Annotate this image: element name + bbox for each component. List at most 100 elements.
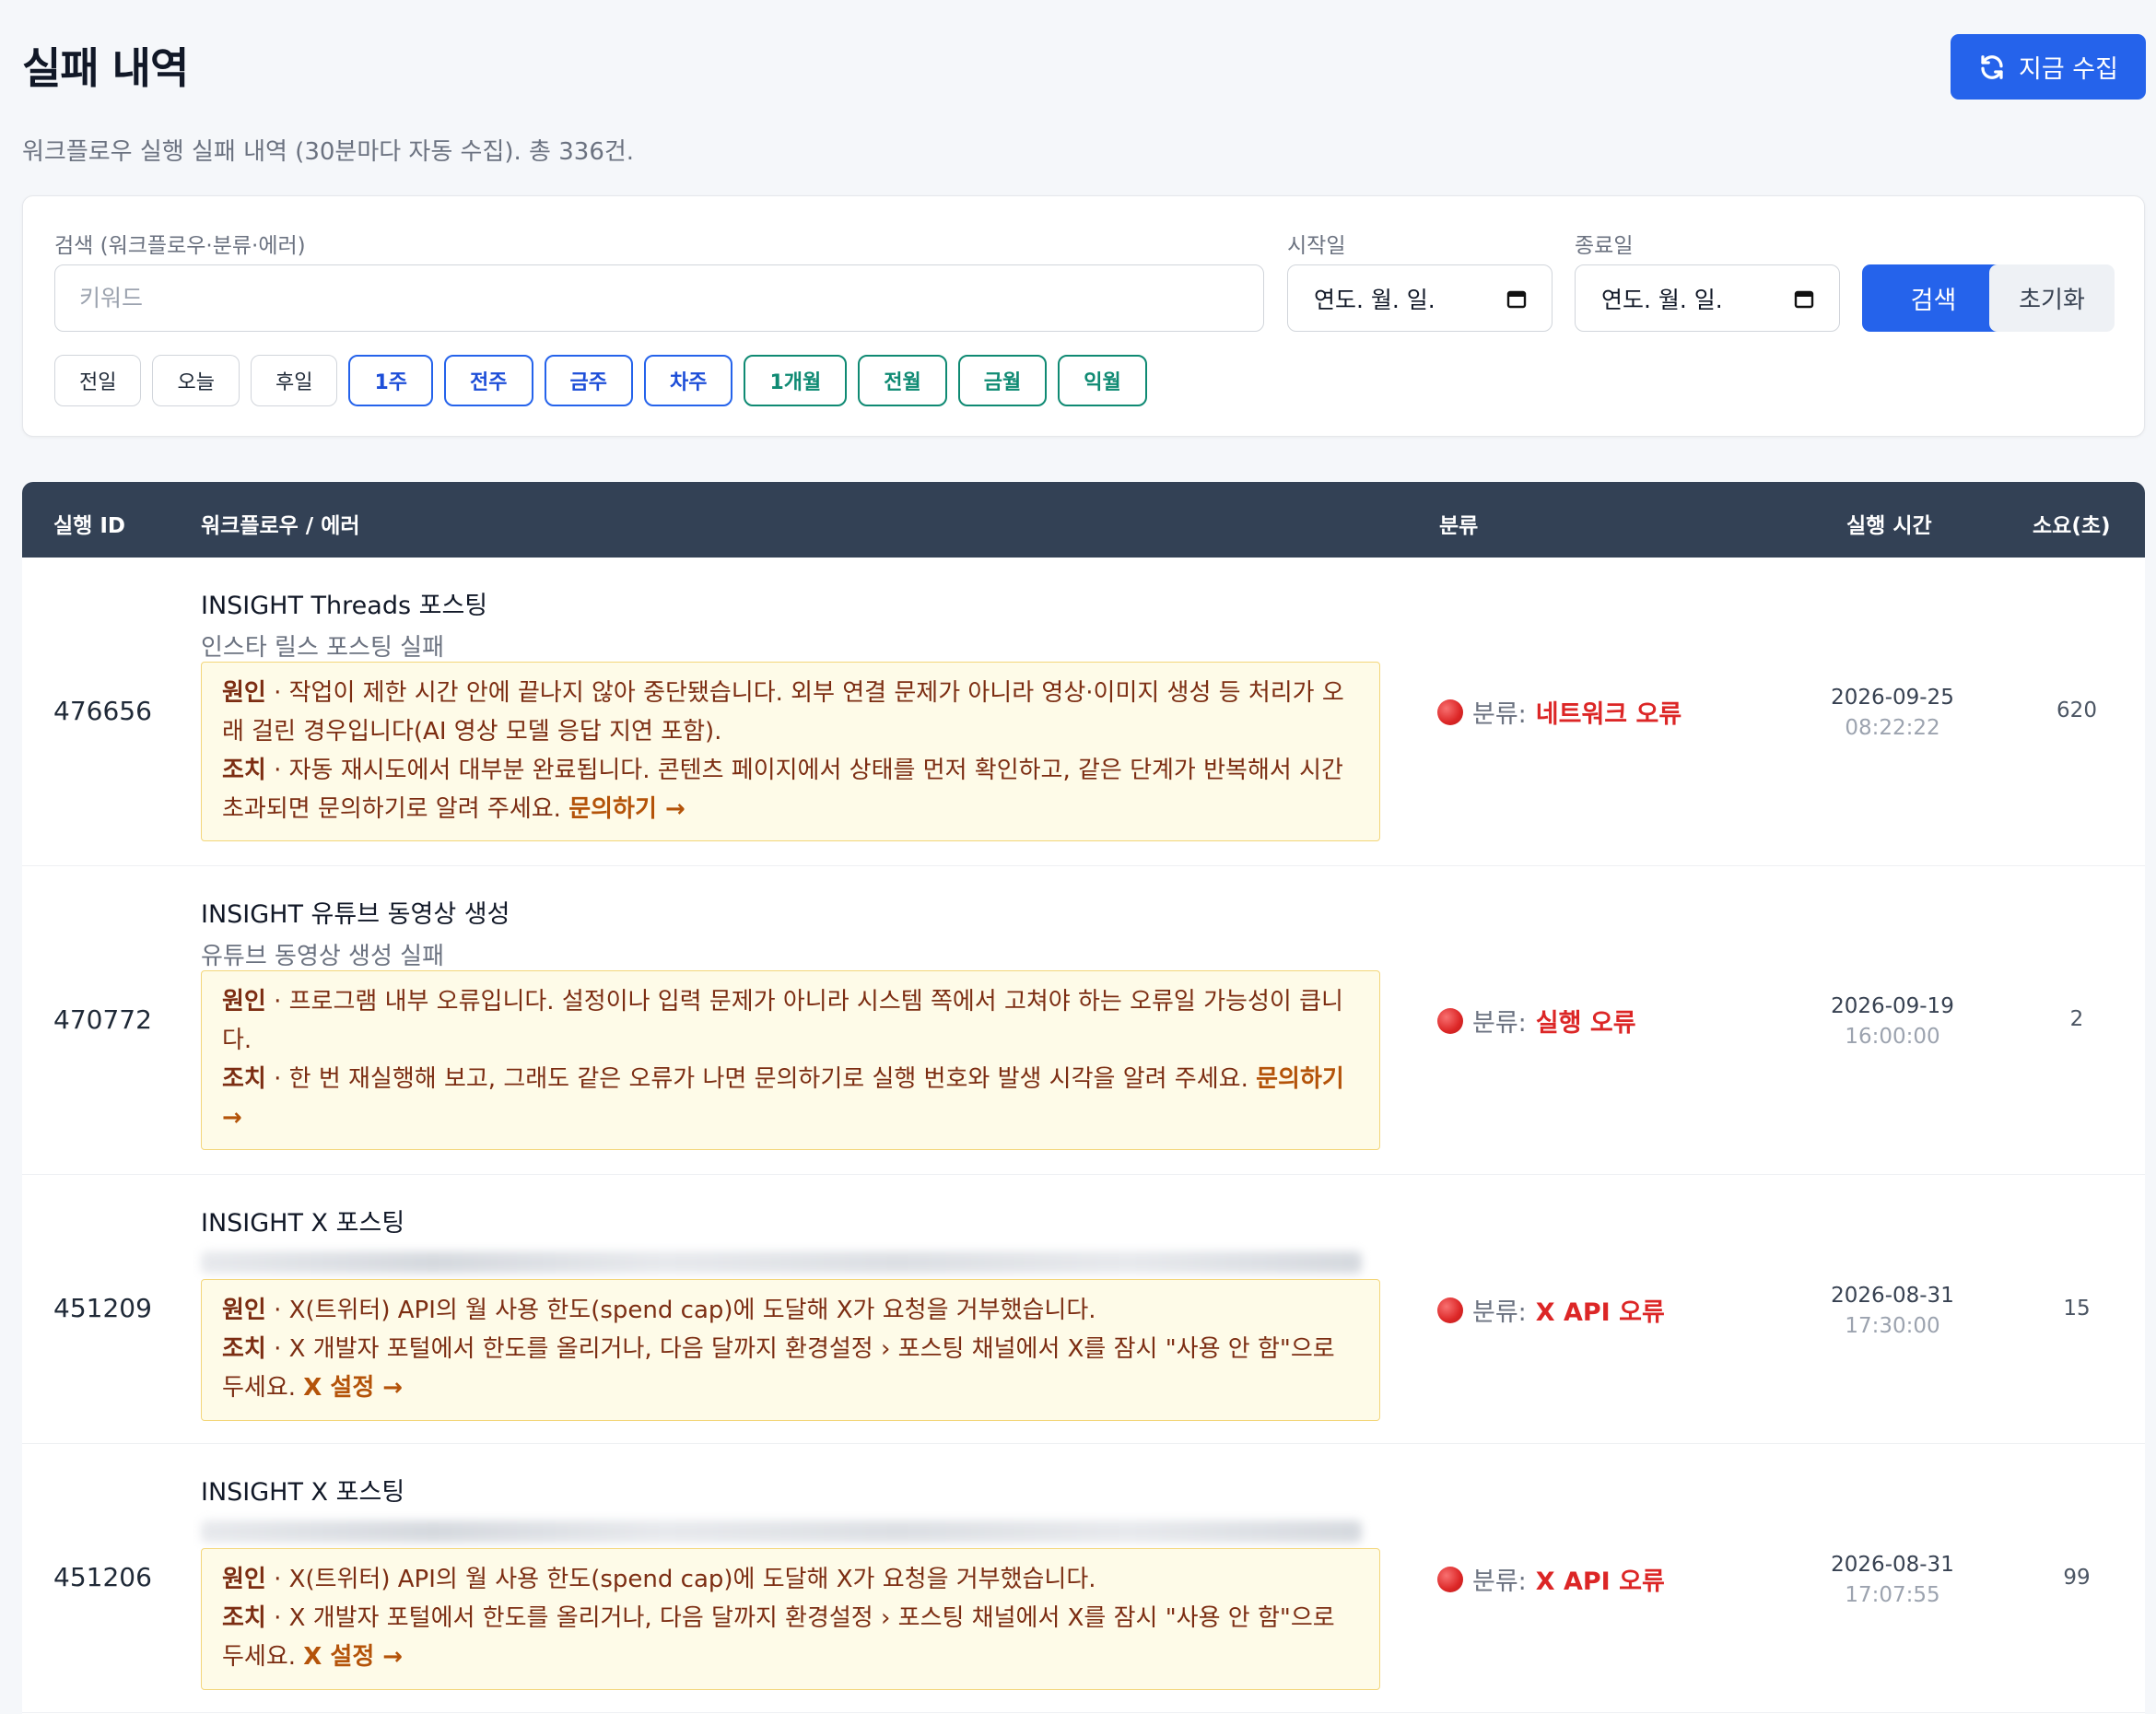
- error-explanation: 원인 · X(트위터) API의 월 사용 한도(spend cap)에 도달해…: [201, 1279, 1380, 1421]
- search-button[interactable]: 검색: [1862, 264, 2005, 332]
- run-id: 476656: [53, 696, 152, 726]
- search-label: 검색 (워크플로우·분류·에러): [54, 234, 306, 258]
- error-explanation: 원인 · 작업이 제한 시간 안에 끝나지 않아 중단됐습니다. 외부 연결 문…: [201, 662, 1380, 841]
- action-label: 조치: [222, 1604, 266, 1632]
- inquiry-link[interactable]: 문의하기 →: [568, 795, 685, 823]
- cause-label: 원인: [222, 988, 266, 1015]
- duration: 15: [2063, 1297, 2091, 1321]
- header-run-id: 실행 ID: [53, 514, 125, 538]
- cause-label: 원인: [222, 1297, 266, 1324]
- run-clock: 08:22:22: [1845, 716, 1940, 740]
- run-date: 2026-08-31: [1831, 1553, 1954, 1577]
- run-time: 2026-08-31 17:30:00: [1800, 1281, 1985, 1342]
- x-settings-link[interactable]: X 설정 →: [303, 1374, 403, 1402]
- calendar-icon[interactable]: [1793, 288, 1815, 310]
- category-value: X API 오류: [1535, 1298, 1665, 1327]
- run-time: 2026-08-31 17:07:55: [1800, 1550, 1985, 1611]
- x-settings-link[interactable]: X 설정 →: [303, 1643, 403, 1671]
- end-date-input[interactable]: 연도. 월. 일.: [1575, 264, 1840, 332]
- table-row[interactable]: 451209 INSIGHT X 포스팅 원인 · X(트위터) API의 월 …: [22, 1175, 2145, 1444]
- red-circle-icon: [1437, 699, 1463, 725]
- duration: 620: [2056, 699, 2097, 722]
- cause-text: · 작업이 제한 시간 안에 끝나지 않아 중단됐습니다. 외부 연결 문제가 …: [222, 679, 1344, 745]
- failure-history-page: 실패 내역 지금 수집 워크플로우 실행 실패 내역 (30분마다 자동 수집)…: [0, 0, 2156, 1714]
- action-text: · 자동 재시도에서 대부분 완료됩니다. 콘텐츠 페이지에서 상태를 먼저 확…: [222, 757, 1343, 823]
- category-prefix: 분류:: [1472, 1298, 1527, 1327]
- category-value: 실행 오류: [1535, 1009, 1636, 1038]
- collect-now-label: 지금 수집: [2019, 55, 2118, 84]
- page-subtitle: 워크플로우 실행 실패 내역 (30분마다 자동 수집). 총 336건.: [22, 138, 635, 166]
- category-value: 네트워크 오류: [1535, 700, 1682, 729]
- failure-table: 실행 ID 워크플로우 / 에러 분류 실행 시간 소요(초) 476656 I…: [22, 482, 2145, 1714]
- duration: 99: [2063, 1566, 2091, 1590]
- workflow-name: INSIGHT X 포스팅: [201, 1209, 405, 1238]
- cause-label: 원인: [222, 1566, 266, 1593]
- error-explanation: 원인 · X(트위터) API의 월 사용 한도(spend cap)에 도달해…: [201, 1548, 1380, 1690]
- start-date-value: 연도. 월. 일.: [1314, 286, 1435, 313]
- red-circle-icon: [1437, 1007, 1463, 1034]
- category-cell: 분류: 네트워크 오류: [1437, 694, 1681, 730]
- category-cell: 분류: X API 오류: [1437, 1292, 1665, 1328]
- category-cell: 분류: 실행 오류: [1437, 1003, 1636, 1039]
- run-id: 451206: [53, 1562, 152, 1592]
- calendar-icon[interactable]: [1506, 288, 1528, 310]
- category-prefix: 분류:: [1472, 1567, 1527, 1596]
- workflow-name: INSIGHT Threads 포스팅: [201, 592, 488, 620]
- workflow-name: INSIGHT 유튜브 동영상 생성: [201, 900, 510, 929]
- run-clock: 17:30:00: [1845, 1314, 1940, 1338]
- run-clock: 17:07:55: [1845, 1583, 1940, 1607]
- action-label: 조치: [222, 757, 266, 784]
- category-prefix: 분류:: [1472, 700, 1527, 729]
- action-line: 조치 · X 개발자 포털에서 한도를 올리거나, 다음 달까지 환경설정 › …: [222, 1330, 1359, 1407]
- workflow-subtitle: 인스타 릴스 포스팅 실패: [201, 634, 444, 662]
- end-date-label: 종료일: [1575, 234, 1634, 258]
- action-line: 조치 · 자동 재시도에서 대부분 완료됩니다. 콘텐츠 페이지에서 상태를 먼…: [222, 751, 1359, 828]
- red-circle-icon: [1437, 1566, 1463, 1592]
- cause-label: 원인: [222, 679, 266, 707]
- search-input[interactable]: [54, 264, 1264, 332]
- header-run-time: 실행 시간: [1846, 514, 1932, 538]
- table-header: 실행 ID 워크플로우 / 에러 분류 실행 시간 소요(초): [22, 482, 2145, 558]
- start-date-input[interactable]: 연도. 월. 일.: [1287, 264, 1553, 332]
- run-date: 2026-09-19: [1831, 994, 1954, 1018]
- cause-text: · X(트위터) API의 월 사용 한도(spend cap)에 도달해 X가…: [265, 1297, 1096, 1324]
- collect-now-button[interactable]: 지금 수집: [1951, 34, 2146, 100]
- cause-line: 원인 · 프로그램 내부 오류입니다. 설정이나 입력 문제가 아니라 시스템 …: [222, 982, 1359, 1060]
- run-date: 2026-09-25: [1831, 686, 1954, 710]
- category-prefix: 분류:: [1472, 1009, 1527, 1038]
- action-line: 조치 · 한 번 재실행해 보고, 그래도 같은 오류가 나면 문의하기로 실행…: [222, 1060, 1359, 1137]
- chip-one-week[interactable]: 1주: [348, 355, 434, 406]
- run-id: 470772: [53, 1004, 152, 1035]
- chip-previous-day[interactable]: 전일: [54, 355, 142, 406]
- run-time: 2026-09-19 16:00:00: [1800, 992, 1985, 1052]
- chip-today[interactable]: 오늘: [152, 355, 240, 406]
- cause-line: 원인 · X(트위터) API의 월 사용 한도(spend cap)에 도달해…: [222, 1560, 1359, 1599]
- header-workflow: 워크플로우 / 에러: [201, 514, 360, 538]
- table-row[interactable]: 470772 INSIGHT 유튜브 동영상 생성 유튜브 동영상 생성 실패 …: [22, 866, 2145, 1175]
- chip-next-day[interactable]: 후일: [250, 355, 338, 406]
- cause-text: · X(트위터) API의 월 사용 한도(spend cap)에 도달해 X가…: [265, 1566, 1096, 1593]
- chip-next-month[interactable]: 익월: [1058, 355, 1147, 406]
- category-cell: 분류: X API 오류: [1437, 1561, 1665, 1597]
- chip-one-month[interactable]: 1개월: [744, 355, 848, 406]
- workflow-name: INSIGHT X 포스팅: [201, 1478, 405, 1507]
- red-circle-icon: [1437, 1297, 1463, 1323]
- start-date-label: 시작일: [1287, 234, 1346, 258]
- chip-next-week[interactable]: 차주: [643, 355, 733, 406]
- chip-this-month[interactable]: 금월: [957, 355, 1048, 406]
- chip-this-week[interactable]: 금주: [544, 355, 633, 406]
- action-label: 조치: [222, 1335, 266, 1363]
- run-time: 2026-09-25 08:22:22: [1800, 683, 1985, 744]
- run-id: 451209: [53, 1293, 152, 1323]
- chip-last-week[interactable]: 전주: [444, 355, 533, 406]
- reset-button[interactable]: 초기화: [1989, 264, 2115, 332]
- table-row[interactable]: 476656 INSIGHT Threads 포스팅 인스타 릴스 포스팅 실패…: [22, 558, 2145, 866]
- filter-panel: 검색 (워크플로우·분류·에러) 시작일 연도. 월. 일. 종료일 연도. 월…: [22, 195, 2145, 437]
- action-line: 조치 · X 개발자 포털에서 한도를 올리거나, 다음 달까지 환경설정 › …: [222, 1599, 1359, 1676]
- workflow-subtitle-redacted: [201, 1520, 1362, 1543]
- cause-text: · 프로그램 내부 오류입니다. 설정이나 입력 문제가 아니라 시스템 쪽에서…: [222, 988, 1343, 1054]
- chip-last-month[interactable]: 전월: [858, 355, 947, 406]
- page-title: 실패 내역: [22, 43, 189, 93]
- table-row[interactable]: 451206 INSIGHT X 포스팅 원인 · X(트위터) API의 월 …: [22, 1444, 2145, 1713]
- workflow-subtitle: 유튜브 동영상 생성 실패: [201, 943, 444, 970]
